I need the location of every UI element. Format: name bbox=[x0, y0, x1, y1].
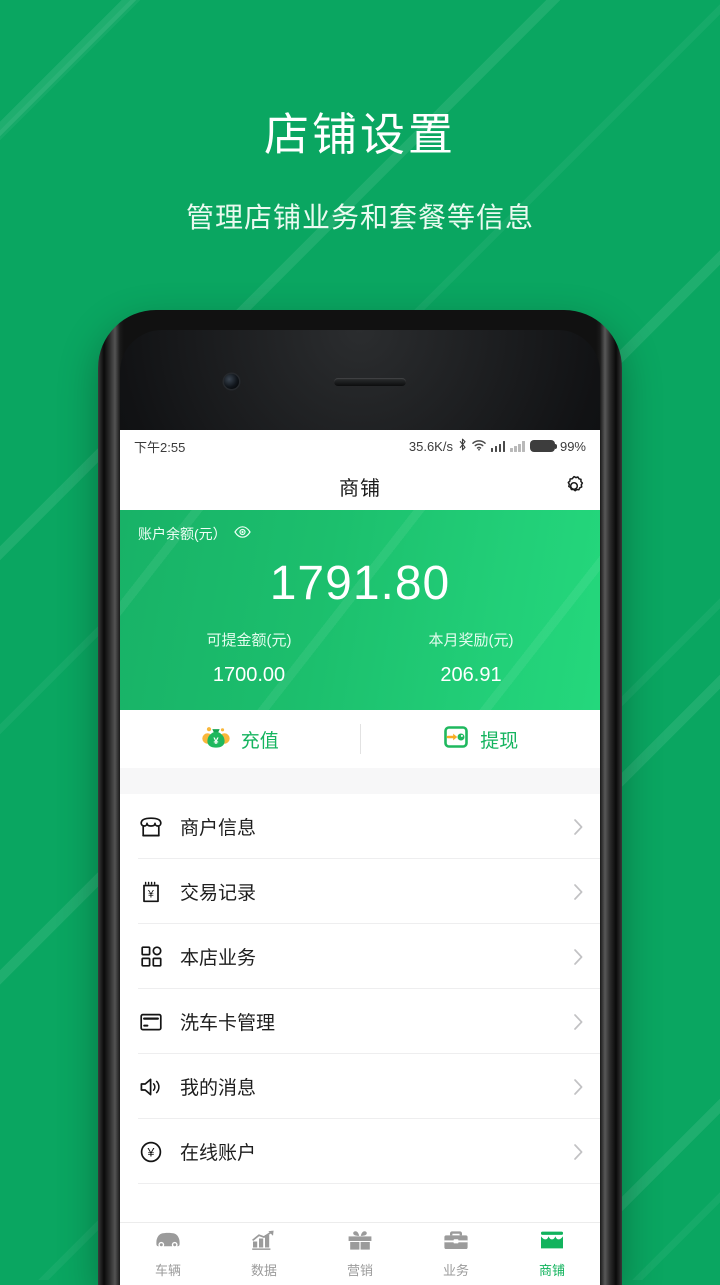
menu-list: 商户信息 ¥ 交易记录 本店业务 洗车卡管理 我的消息 ¥ 在线账户 bbox=[120, 794, 600, 1222]
chevron-right-icon bbox=[573, 1078, 584, 1096]
page-title: 店铺设置 bbox=[263, 109, 456, 160]
chevron-right-icon bbox=[573, 948, 584, 966]
balance-column-value: 1700.00 bbox=[212, 664, 286, 686]
chevron-right-icon bbox=[573, 818, 584, 836]
menu-item-label: 我的消息 bbox=[180, 1078, 257, 1099]
section-gap bbox=[120, 768, 600, 794]
menu-item-wash-card-management[interactable]: 洗车卡管理 bbox=[120, 989, 600, 1054]
tab-label: 车辆 bbox=[154, 1263, 181, 1278]
gear-icon[interactable] bbox=[562, 474, 586, 498]
gift-icon bbox=[346, 1229, 374, 1256]
svg-text:¥: ¥ bbox=[213, 735, 219, 746]
svg-text:¥: ¥ bbox=[147, 888, 154, 900]
tab-business[interactable]: 业务 bbox=[408, 1229, 504, 1279]
chevron-right-icon bbox=[573, 883, 584, 901]
yen-circle-icon: ¥ bbox=[138, 1140, 164, 1164]
menu-item-label: 洗车卡管理 bbox=[180, 1013, 276, 1034]
phone-glass: 下午2:55 35.6K/s 99% 商铺 账户余额(元） 1791.80 可提… bbox=[120, 330, 600, 1285]
tab-marketing[interactable]: 营销 bbox=[312, 1229, 408, 1279]
battery-percent: 99% bbox=[559, 438, 586, 454]
eye-icon[interactable] bbox=[233, 525, 251, 543]
menu-item-label: 交易记录 bbox=[180, 883, 257, 904]
balance-columns: 可提金额(元) 1700.00 本月奖励(元) 206.91 bbox=[138, 629, 582, 687]
front-camera-icon bbox=[224, 374, 239, 389]
app-bar: 商铺 bbox=[120, 462, 600, 510]
signal-bars-icon bbox=[490, 440, 506, 452]
earpiece-speaker-icon bbox=[334, 378, 406, 386]
phone-mockup: 下午2:55 35.6K/s 99% 商铺 账户余额(元） 1791.80 可提… bbox=[98, 310, 622, 1285]
menu-item-my-messages[interactable]: 我的消息 bbox=[120, 1054, 600, 1119]
menu-item-label: 本店业务 bbox=[180, 948, 257, 969]
withdraw-label: 提现 bbox=[480, 730, 519, 752]
quick-actions-row: ¥ 充值 提现 bbox=[120, 710, 600, 768]
battery-icon bbox=[529, 440, 558, 452]
tab-data[interactable]: 数据 bbox=[216, 1229, 312, 1279]
status-time: 下午2:55 bbox=[134, 439, 186, 455]
card-icon bbox=[138, 1012, 164, 1032]
receipt-yen-icon: ¥ bbox=[138, 880, 164, 904]
tab-label: 数据 bbox=[250, 1263, 277, 1278]
phone-top-bezel bbox=[120, 330, 600, 430]
tab-shop[interactable]: 商铺 bbox=[504, 1229, 600, 1279]
bottom-tab-bar: 车辆 数据 营销 业务 商铺 bbox=[120, 1222, 600, 1285]
wallet-withdraw-icon bbox=[442, 724, 470, 755]
balance-amount: 1791.80 bbox=[269, 557, 451, 610]
svg-text:¥: ¥ bbox=[147, 1145, 155, 1159]
balance-column-reward: 本月奖励(元) 206.91 bbox=[360, 629, 582, 687]
speaker-icon bbox=[138, 1076, 164, 1098]
phone-screen: 下午2:55 35.6K/s 99% 商铺 账户余额(元） 1791.80 可提… bbox=[120, 430, 600, 1285]
chevron-right-icon bbox=[573, 1013, 584, 1031]
status-icons: 35.6K/s 99% bbox=[409, 438, 586, 454]
balance-column-label: 本月奖励(元) bbox=[428, 632, 514, 649]
store-icon bbox=[538, 1229, 566, 1256]
tab-vehicles[interactable]: 车辆 bbox=[120, 1229, 216, 1279]
tab-label: 营销 bbox=[346, 1263, 373, 1278]
balance-header: 账户余额(元） bbox=[138, 524, 582, 544]
money-bag-icon: ¥ bbox=[201, 724, 231, 755]
withdraw-button[interactable]: 提现 bbox=[361, 710, 601, 768]
wifi-icon bbox=[472, 439, 486, 454]
menu-item-label: 在线账户 bbox=[180, 1143, 257, 1164]
grid-icon bbox=[138, 945, 164, 968]
car-icon bbox=[153, 1229, 183, 1256]
app-bar-title: 商铺 bbox=[339, 477, 381, 500]
page-subtitle: 管理店铺业务和套餐等信息 bbox=[185, 202, 534, 233]
recharge-label: 充值 bbox=[240, 730, 279, 752]
menu-item-online-account[interactable]: ¥ 在线账户 bbox=[120, 1119, 600, 1184]
menu-item-transaction-records[interactable]: ¥ 交易记录 bbox=[120, 859, 600, 924]
balance-column-value: 206.91 bbox=[440, 664, 502, 686]
chart-icon bbox=[250, 1229, 278, 1256]
balance-label: 账户余额(元） bbox=[138, 526, 227, 542]
status-bar: 下午2:55 35.6K/s 99% bbox=[120, 430, 600, 462]
signal-bars-no-sim-icon bbox=[510, 440, 525, 452]
recharge-button[interactable]: ¥ 充值 bbox=[120, 710, 360, 768]
briefcase-icon bbox=[442, 1229, 470, 1256]
tab-label: 业务 bbox=[442, 1263, 469, 1278]
chevron-right-icon bbox=[573, 1143, 584, 1161]
balance-column-withdrawable: 可提金额(元) 1700.00 bbox=[138, 629, 360, 687]
network-speed-text: 35.6K/s bbox=[408, 438, 453, 454]
hero-section: 店铺设置 管理店铺业务和套餐等信息 bbox=[0, 0, 720, 236]
balance-column-label: 可提金额(元) bbox=[206, 632, 292, 649]
menu-item-merchant-info[interactable]: 商户信息 bbox=[120, 794, 600, 859]
menu-item-label: 商户信息 bbox=[180, 818, 257, 839]
store-icon bbox=[138, 816, 164, 838]
tab-label: 商铺 bbox=[538, 1263, 565, 1278]
balance-card: 账户余额(元） 1791.80 可提金额(元) 1700.00 本月奖励(元) … bbox=[120, 510, 600, 710]
menu-item-shop-business[interactable]: 本店业务 bbox=[120, 924, 600, 989]
bluetooth-icon bbox=[458, 438, 467, 454]
